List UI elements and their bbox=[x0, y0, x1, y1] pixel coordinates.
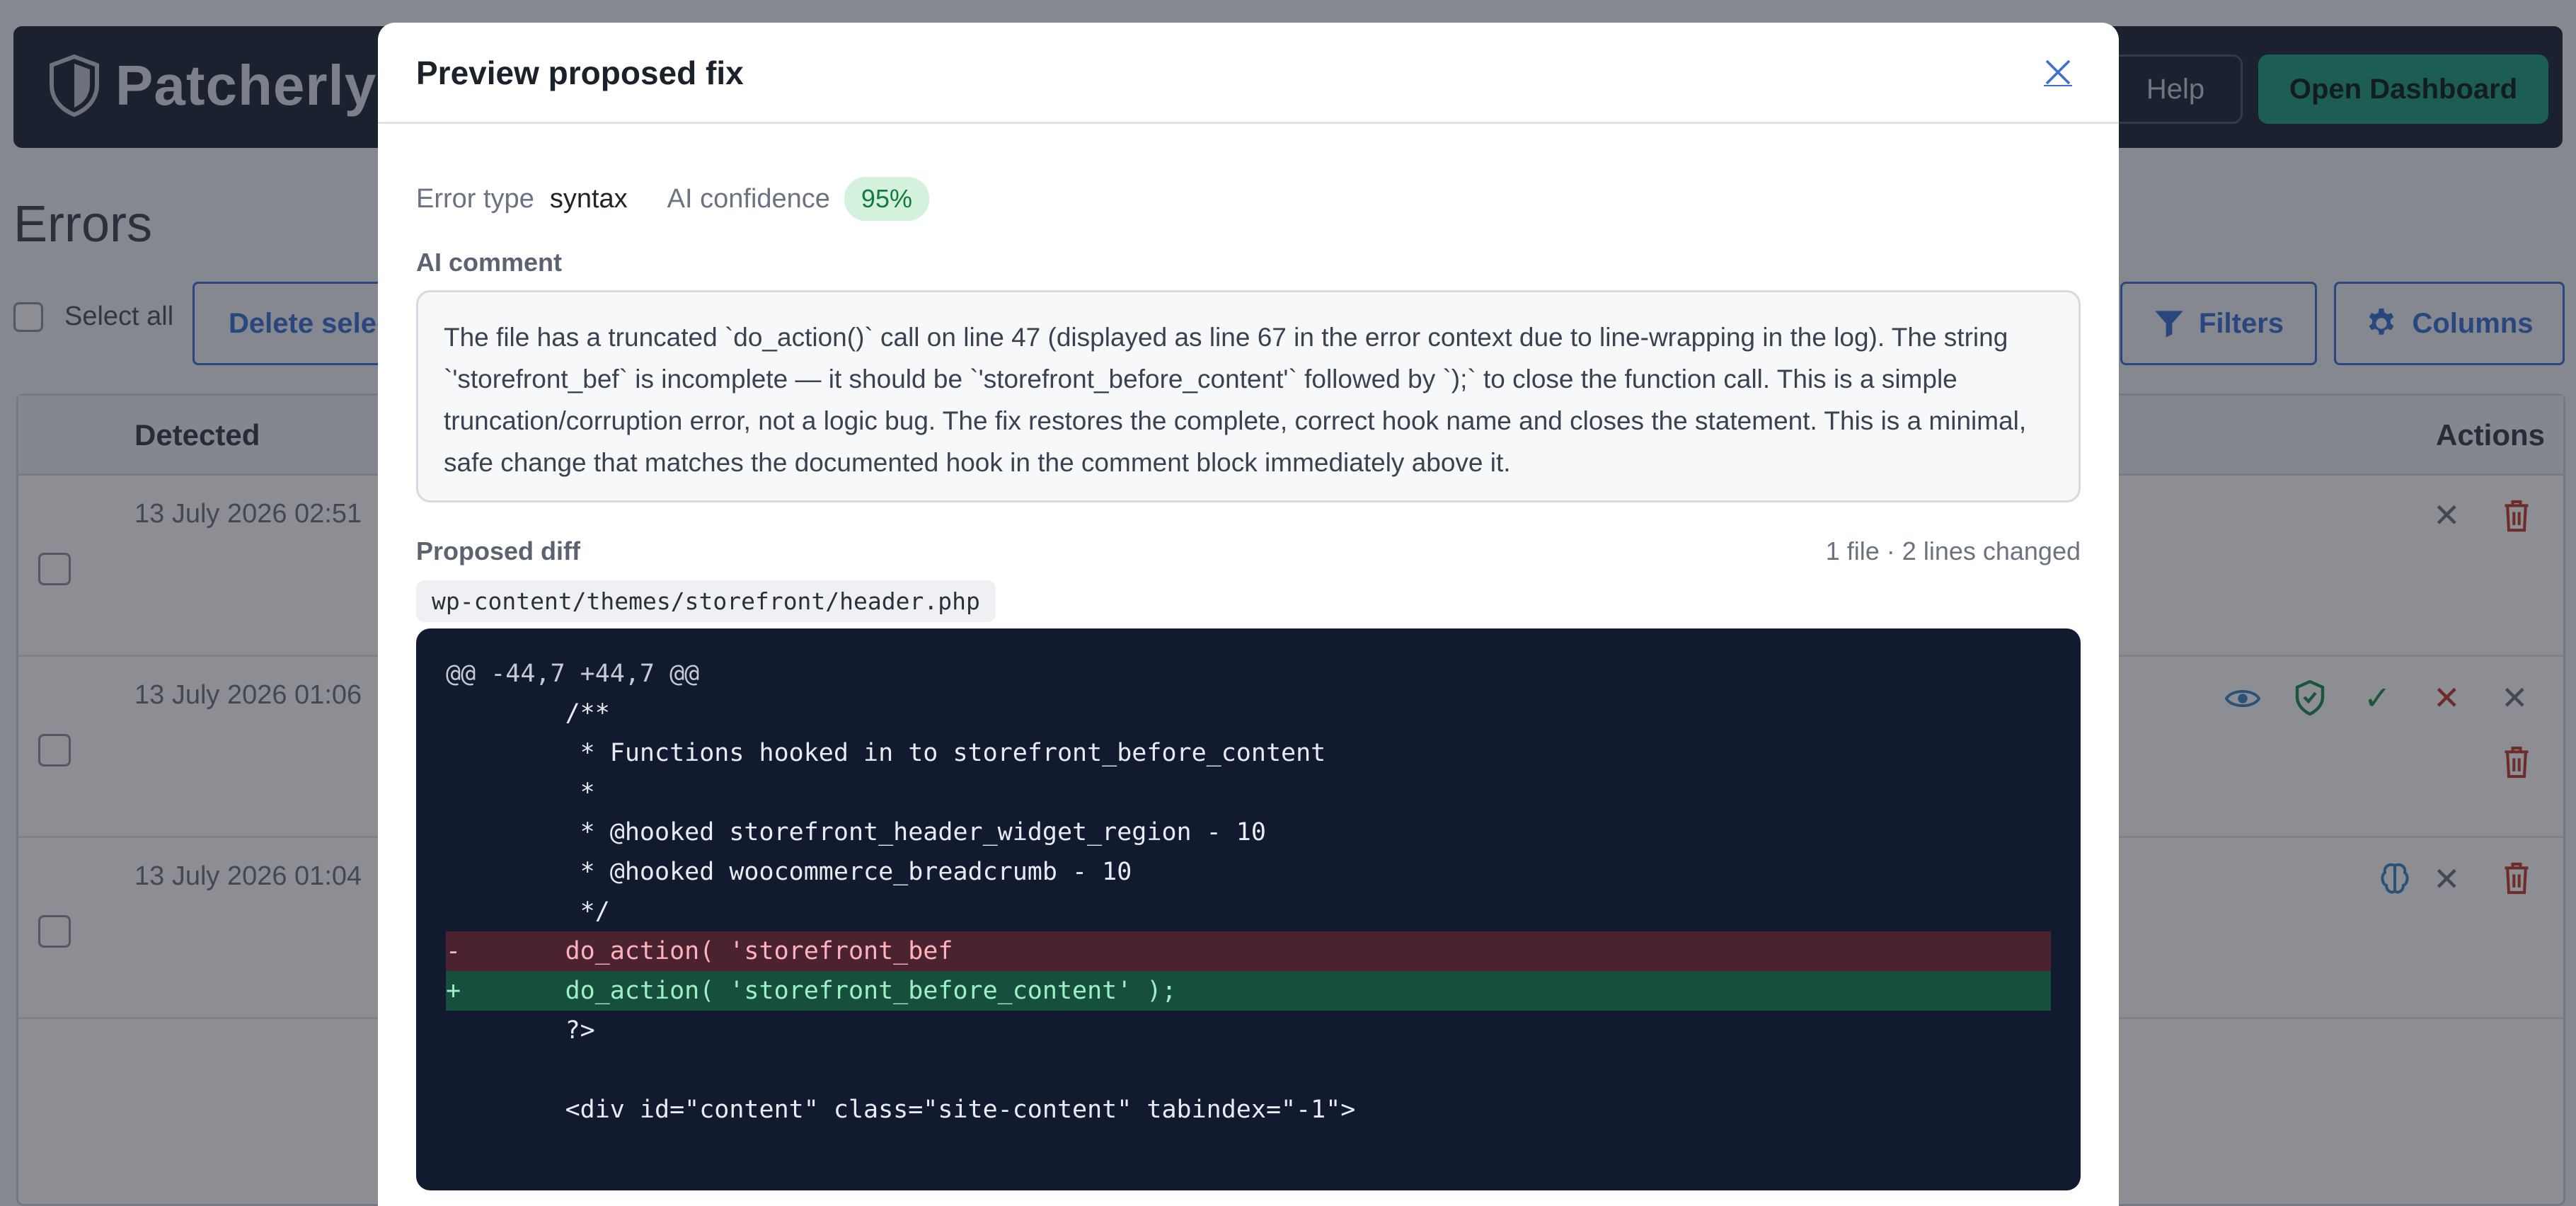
diff-line-add: + do_action( 'storefront_before_content'… bbox=[446, 971, 2051, 1011]
confidence-label: AI confidence bbox=[667, 183, 830, 214]
ai-comment-box: The file has a truncated `do_action()` c… bbox=[416, 290, 2081, 502]
file-path-chip: wp-content/themes/storefront/header.php bbox=[416, 580, 996, 622]
proposed-diff-label: Proposed diff bbox=[416, 536, 580, 565]
ai-comment-label: AI comment bbox=[416, 248, 563, 277]
modal-title: Preview proposed fix bbox=[416, 54, 744, 91]
diff-line-ctx: ?> bbox=[446, 1016, 595, 1045]
modal-header: Preview proposed fix bbox=[378, 23, 2119, 124]
diff-line-ctx: * @hooked storefront_header_widget_regio… bbox=[446, 818, 1266, 846]
diff-line-ctx: * @hooked woocommerce_breadcrumb - 10 bbox=[446, 858, 1132, 886]
diff-line-del: - do_action( 'storefront_bef bbox=[446, 931, 2051, 971]
diff-line-ctx: * bbox=[446, 779, 595, 807]
close-button[interactable] bbox=[2044, 58, 2072, 86]
preview-fix-modal: Preview proposed fix Error type syntax A… bbox=[378, 23, 2119, 1206]
diff-line-ctx: */ bbox=[446, 897, 610, 926]
confidence-badge: 95% bbox=[844, 177, 929, 221]
diff-summary: 1 file · 2 lines changed bbox=[1825, 536, 2081, 565]
diff-line-hunk: @@ -44,7 +44,7 @@ bbox=[446, 660, 700, 688]
diff-line-ctx: /** bbox=[446, 699, 610, 728]
error-type-label: Error type bbox=[416, 183, 534, 214]
close-icon bbox=[2044, 59, 2072, 86]
diff-line-ctx: * Functions hooked in to storefront_befo… bbox=[446, 739, 1326, 767]
fix-meta: Error type syntax AI confidence 95% bbox=[416, 177, 929, 221]
diff-line-ctx: <div id="content" class="site-content" t… bbox=[446, 1096, 1356, 1124]
diff-block: @@ -44,7 +44,7 @@ /** * Functions hooked… bbox=[416, 628, 2081, 1190]
diff-line-ctx bbox=[446, 1050, 2051, 1090]
error-type-value: syntax bbox=[549, 183, 628, 214]
